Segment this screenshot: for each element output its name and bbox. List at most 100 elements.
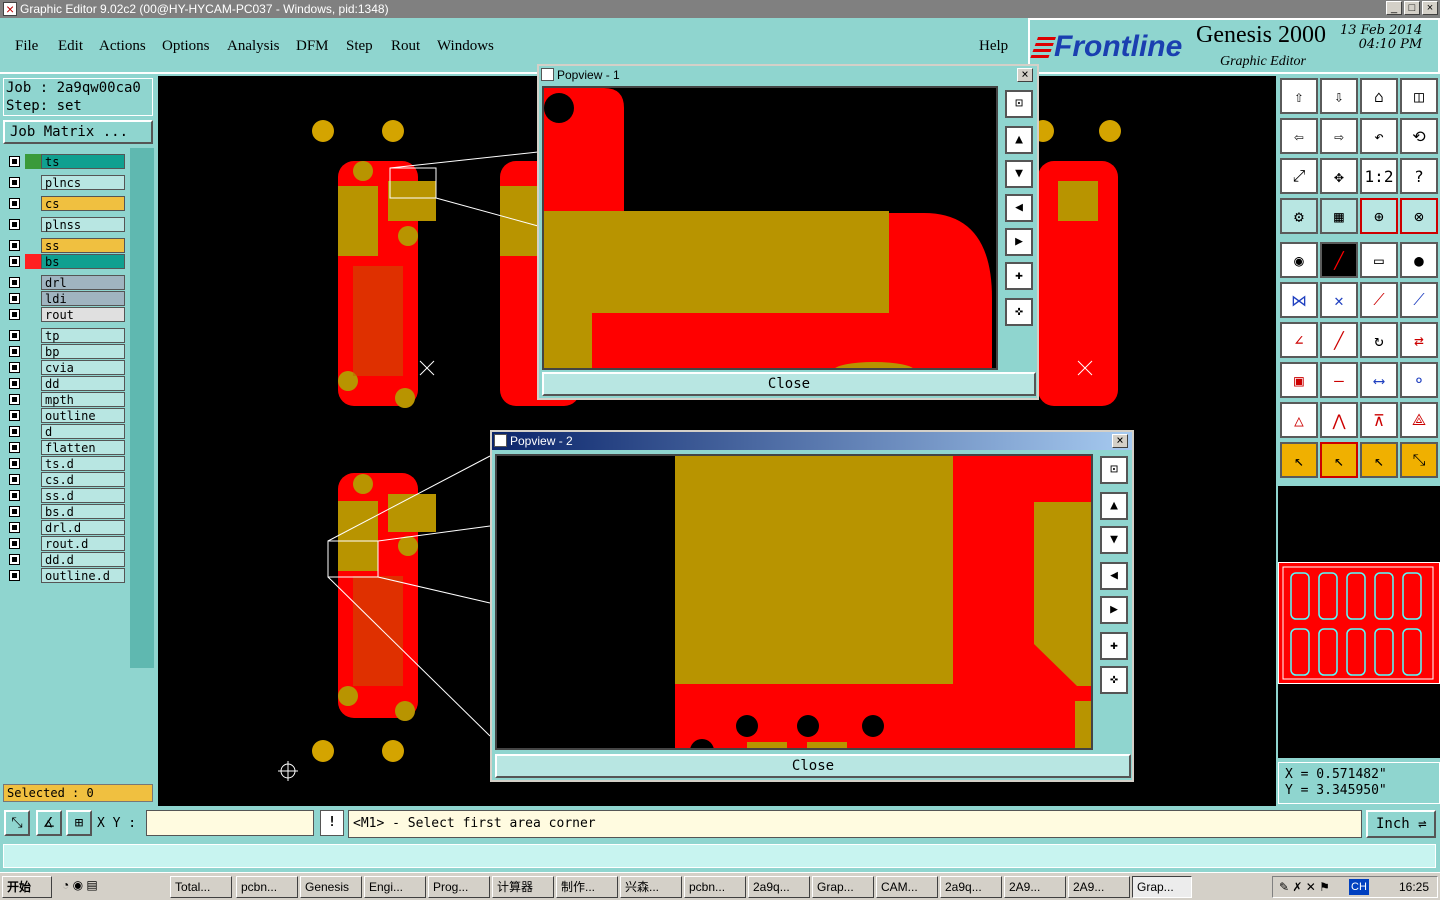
start-button[interactable]: 开始 <box>2 876 52 898</box>
layer-checkbox[interactable] <box>9 474 20 485</box>
home-down-icon[interactable]: ⇩ <box>1320 78 1358 114</box>
ruler-icon[interactable]: ▭ <box>1360 242 1398 278</box>
zoom-out-icon[interactable]: ✜ <box>1005 298 1033 326</box>
pad-snap-icon[interactable]: ▣ <box>1280 362 1318 398</box>
taskbar-item[interactable]: 计算器 <box>492 876 554 898</box>
select-arrow-icon[interactable]: ↖ <box>1280 442 1318 478</box>
measure-line-icon[interactable]: ╱ <box>1320 242 1358 278</box>
select-path-icon[interactable]: ⤡ <box>1400 442 1438 478</box>
triangle-4-icon[interactable]: ⟁ <box>1400 402 1438 438</box>
triangle-1-icon[interactable]: △ <box>1280 402 1318 438</box>
minus-icon[interactable]: — <box>1320 362 1358 398</box>
pan-up-icon[interactable]: ▲ <box>1100 492 1128 520</box>
layer-name[interactable]: dd <box>41 376 125 391</box>
menu-file[interactable]: File <box>15 38 38 55</box>
snap-center-icon[interactable]: ⊞ <box>66 810 92 836</box>
layer-row-ts[interactable]: ts <box>5 154 127 169</box>
layer-checkbox[interactable] <box>9 410 20 421</box>
select-arrow-active-icon[interactable]: ↖ <box>1320 442 1358 478</box>
layer-row-dd-d[interactable]: dd.d <box>5 552 127 567</box>
layer-row-outline-d[interactable]: outline.d <box>5 568 127 583</box>
taskbar-item[interactable]: 制作... <box>556 876 618 898</box>
popview-1-close-x[interactable]: × <box>1017 68 1033 82</box>
layer-name[interactable]: outline <box>41 408 125 423</box>
pan-down-icon[interactable]: ▼ <box>1100 526 1128 554</box>
mirror-icon[interactable]: ⇄ <box>1400 322 1438 358</box>
layer-checkbox[interactable] <box>9 256 20 267</box>
pan-left-icon[interactable]: ◀ <box>1100 562 1128 590</box>
menu-edit[interactable]: Edit <box>58 38 83 55</box>
layer-name[interactable]: ss <box>41 238 125 253</box>
layer-row-drl-d[interactable]: drl.d <box>5 520 127 535</box>
layer-checkbox[interactable] <box>9 426 20 437</box>
taskbar-item[interactable]: Grap... <box>1132 876 1192 898</box>
select-net-icon[interactable]: ↖ <box>1360 442 1398 478</box>
triangle-2-icon[interactable]: ⋀ <box>1320 402 1358 438</box>
layer-checkbox[interactable] <box>9 538 20 549</box>
pan-right-icon[interactable]: ▶ <box>1100 596 1128 624</box>
taskbar-item[interactable]: 2A9... <box>1004 876 1066 898</box>
layer-row-tp[interactable]: tp <box>5 328 127 343</box>
taskbar-item[interactable]: 2A9... <box>1068 876 1130 898</box>
zoom-window-icon[interactable]: ⊡ <box>1100 456 1128 484</box>
layer-checkbox[interactable] <box>9 240 20 251</box>
layer-checkbox[interactable] <box>9 506 20 517</box>
layer-name[interactable]: plncs <box>41 175 125 190</box>
layer-row-ldi[interactable]: ldi <box>5 291 127 306</box>
layer-checkbox[interactable] <box>9 570 20 581</box>
layer-name[interactable]: cvia <box>41 360 125 375</box>
home-up-icon[interactable]: ⇧ <box>1280 78 1318 114</box>
layer-name[interactable]: d <box>41 424 125 439</box>
layer-row-bp[interactable]: bp <box>5 344 127 359</box>
split-view-icon[interactable]: ◫ <box>1400 78 1438 114</box>
menu-dfm[interactable]: DFM <box>296 38 329 55</box>
layer-checkbox[interactable] <box>9 362 20 373</box>
layer-row-drl[interactable]: drl <box>5 275 127 290</box>
layer-name[interactable]: drl.d <box>41 520 125 535</box>
taskbar-item[interactable]: Total... <box>170 876 232 898</box>
pan-left-icon[interactable]: ◀ <box>1005 194 1033 222</box>
angle-icon[interactable]: ∠ <box>1280 322 1318 358</box>
layer-name[interactable]: cs.d <box>41 472 125 487</box>
layer-row-plncs[interactable]: plncs <box>5 175 127 190</box>
taskbar-item[interactable]: pcbn... <box>684 876 746 898</box>
layer-row-bs[interactable]: bs <box>5 254 127 269</box>
circles-icon[interactable]: ⚬ <box>1400 362 1438 398</box>
pan-down-icon[interactable]: ▼ <box>1005 160 1033 188</box>
layer-checkbox[interactable] <box>9 346 20 357</box>
zoom-fit-icon[interactable]: ⤢ <box>1280 158 1318 194</box>
distance-icon[interactable]: ⟷ <box>1360 362 1398 398</box>
quicklaunch-icons[interactable]: ◔ ◉ ▤ <box>62 878 98 892</box>
slope-icon[interactable]: ╱ <box>1320 322 1358 358</box>
job-matrix-button[interactable]: Job Matrix ... <box>3 120 153 144</box>
one-to-two-button[interactable]: 1:2 <box>1360 158 1398 194</box>
snap-on-icon[interactable]: ⊕ <box>1360 198 1398 234</box>
layer-name[interactable]: ts.d <box>41 456 125 471</box>
layer-name[interactable]: ts <box>41 154 125 169</box>
layer-name[interactable]: bp <box>41 344 125 359</box>
grid-icon[interactable]: ▦ <box>1320 198 1358 234</box>
zoom-in-icon[interactable]: ✚ <box>1100 632 1128 660</box>
popview-2-close-button[interactable]: Close <box>495 754 1131 778</box>
layer-row-d[interactable]: d <box>5 424 127 439</box>
home-icon[interactable]: ⌂ <box>1360 78 1398 114</box>
close-window-button[interactable]: × <box>1422 1 1438 15</box>
layer-scrollbar[interactable] <box>130 148 154 668</box>
layer-row-rout-d[interactable]: rout.d <box>5 536 127 551</box>
layer-checkbox[interactable] <box>9 378 20 389</box>
layer-row-ts-d[interactable]: ts.d <box>5 456 127 471</box>
menu-analysis[interactable]: Analysis <box>227 38 280 55</box>
pan-left-tool-icon[interactable]: ⇦ <box>1280 118 1318 154</box>
layer-name[interactable]: flatten <box>41 440 125 455</box>
layer-row-outline[interactable]: outline <box>5 408 127 423</box>
settings-icon[interactable]: ⚙ <box>1280 198 1318 234</box>
layer-name[interactable]: bs.d <box>41 504 125 519</box>
minimize-button[interactable]: _ <box>1386 1 1402 15</box>
layer-checkbox[interactable] <box>9 219 20 230</box>
layer-name[interactable]: ldi <box>41 291 125 306</box>
layer-row-flatten[interactable]: flatten <box>5 440 127 455</box>
arc-icon[interactable]: ↻ <box>1360 322 1398 358</box>
line-blue-icon[interactable]: ⟋ <box>1400 282 1438 318</box>
popview-2-close-x[interactable]: × <box>1112 434 1128 448</box>
layer-row-plnss[interactable]: plnss <box>5 217 127 232</box>
